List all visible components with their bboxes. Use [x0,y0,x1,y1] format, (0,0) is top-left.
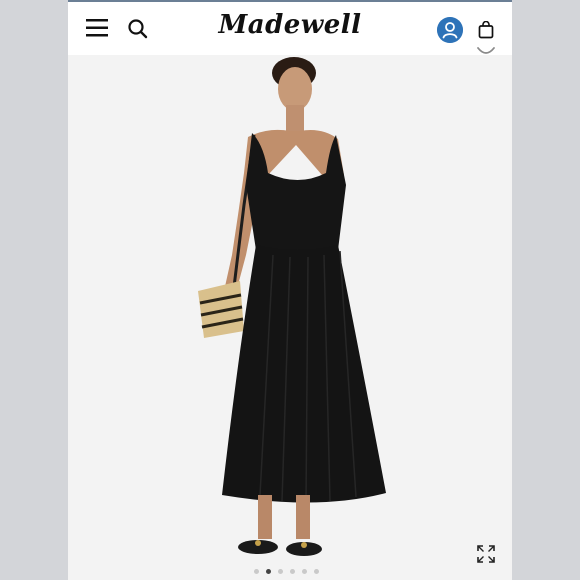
gallery-dot-active[interactable] [266,569,271,574]
shopping-bag-icon[interactable] [478,21,494,39]
phone-screen: Madewell [68,0,512,580]
expand-icon[interactable] [476,544,496,564]
heart-icon[interactable] [475,46,497,60]
site-header: Madewell [68,2,512,55]
gallery-pagination [254,569,319,575]
account-icon[interactable] [437,17,463,43]
gallery-dot[interactable] [290,569,295,574]
gallery-dot[interactable] [254,569,259,574]
gallery-dot[interactable] [278,569,283,574]
gallery-dot[interactable] [314,569,319,574]
product-photo[interactable] [68,55,512,580]
gallery-dot[interactable] [302,569,307,574]
